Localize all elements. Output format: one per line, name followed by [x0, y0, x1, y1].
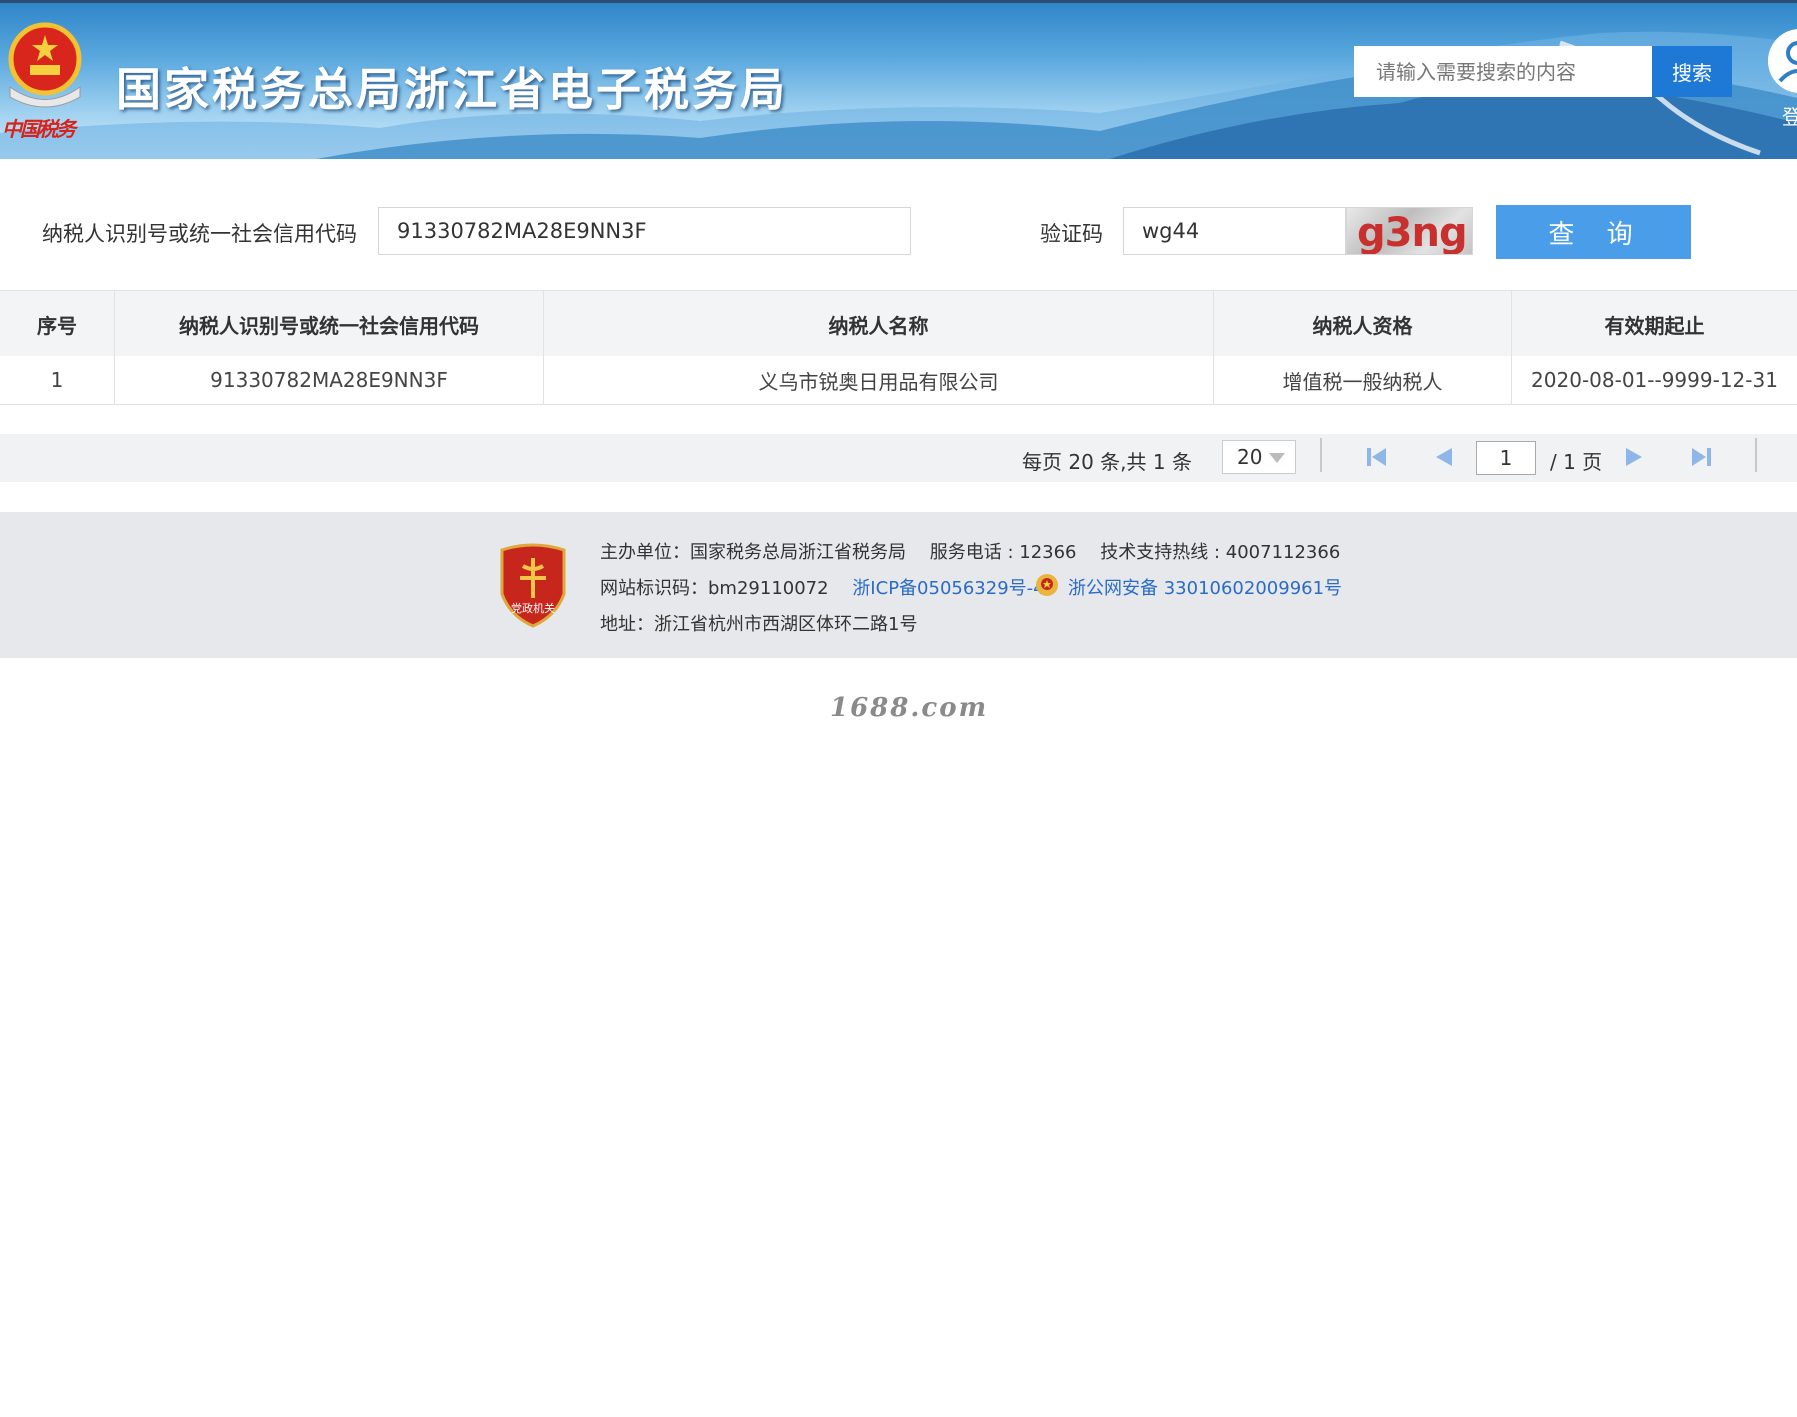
login-link[interactable]: 登	[1768, 29, 1797, 129]
footer-site-code: 网站标识码：bm29110072	[600, 578, 829, 599]
table-cell: 义乌市锐奥日用品有限公司	[544, 356, 1214, 404]
captcha-text: g3ng	[1357, 210, 1468, 255]
police-emblem-icon	[1036, 574, 1058, 596]
table-cell: 增值税一般纳税人	[1214, 356, 1512, 404]
site-search-button[interactable]: 搜索	[1652, 46, 1732, 97]
page-size-value: 20	[1237, 445, 1263, 469]
captcha-label: 验证码	[1040, 222, 1103, 246]
next-page-icon[interactable]	[1622, 444, 1648, 470]
site-search-input[interactable]	[1354, 46, 1652, 97]
first-page-icon[interactable]	[1364, 444, 1390, 470]
watermark: 1688.com	[830, 693, 989, 723]
column-header: 纳税人名称	[544, 291, 1214, 357]
column-header: 纳税人识别号或统一社会信用代码	[115, 291, 544, 357]
icp-link[interactable]: 浙ICP备05056329号-4	[852, 578, 1044, 599]
page-size-select[interactable]: 20	[1222, 440, 1296, 474]
query-button[interactable]: 查 询	[1496, 205, 1691, 259]
pagination-bar: 每页 20 条,共 1 条 20 / 1 页	[0, 434, 1797, 482]
captcha-image[interactable]: g3ng	[1346, 207, 1473, 255]
table-cell: 91330782MA28E9NN3F	[115, 356, 544, 404]
result-table: 序号 纳税人识别号或统一社会信用代码 纳税人名称 纳税人资格 有效期起止 1 9…	[0, 290, 1797, 405]
login-label: 登	[1782, 101, 1797, 130]
table-row[interactable]: 1 91330782MA28E9NN3F 义乌市锐奥日用品有限公司 增值税一般纳…	[0, 356, 1797, 405]
national-emblem-icon	[8, 22, 82, 108]
site-title: 国家税务总局浙江省电子税务局	[116, 63, 789, 116]
footer-record-line: 网站标识码：bm29110072 浙ICP备05056329号-4	[600, 574, 1045, 600]
tax-calligraphy: 中国税务	[2, 117, 76, 141]
police-record-link[interactable]: 浙公网安备 33010602009961号	[1068, 574, 1342, 600]
total-pages: / 1 页	[1550, 450, 1603, 474]
page-number-input[interactable]	[1476, 441, 1536, 475]
taxpayer-id-input[interactable]	[378, 207, 911, 255]
footer-phone: 服务电话 : 12366	[929, 542, 1077, 563]
pager-divider	[1320, 438, 1322, 472]
table-cell: 2020-08-01--9999-12-31	[1531, 368, 1778, 392]
page-summary: 每页 20 条,共 1 条	[1022, 450, 1192, 474]
badge-text: 党政机关	[511, 601, 555, 615]
footer-hotline: 技术支持热线 : 4007112366	[1100, 542, 1341, 563]
user-icon	[1768, 29, 1797, 93]
captcha-input[interactable]	[1123, 207, 1346, 255]
footer-address: 地址：浙江省杭州市西湖区体环二路1号	[600, 614, 918, 635]
party-government-badge-icon[interactable]: 党政机关	[496, 542, 570, 628]
site-footer: 党政机关 主办单位：国家税务总局浙江省税务局 服务电话 : 12366 技术支持…	[0, 512, 1797, 658]
last-page-icon[interactable]	[1688, 444, 1714, 470]
column-header: 有效期起止	[1604, 313, 1705, 338]
site-header: 中国税务 国家税务总局浙江省电子税务局 搜索 登	[0, 0, 1797, 159]
footer-host: 主办单位：国家税务总局浙江省税务局	[600, 542, 906, 563]
table-cell: 1	[0, 356, 115, 404]
column-header: 纳税人资格	[1214, 291, 1512, 357]
footer-host-line: 主办单位：国家税务总局浙江省税务局 服务电话 : 12366 技术支持热线 : …	[600, 538, 1340, 564]
taxpayer-id-label: 纳税人识别号或统一社会信用代码	[42, 222, 357, 246]
table-header-row: 序号 纳税人识别号或统一社会信用代码 纳税人名称 纳税人资格 有效期起止	[0, 290, 1797, 358]
pager-divider	[1755, 438, 1757, 472]
chevron-down-icon	[1269, 453, 1285, 463]
column-header: 序号	[0, 291, 115, 357]
prev-page-icon[interactable]	[1430, 444, 1456, 470]
